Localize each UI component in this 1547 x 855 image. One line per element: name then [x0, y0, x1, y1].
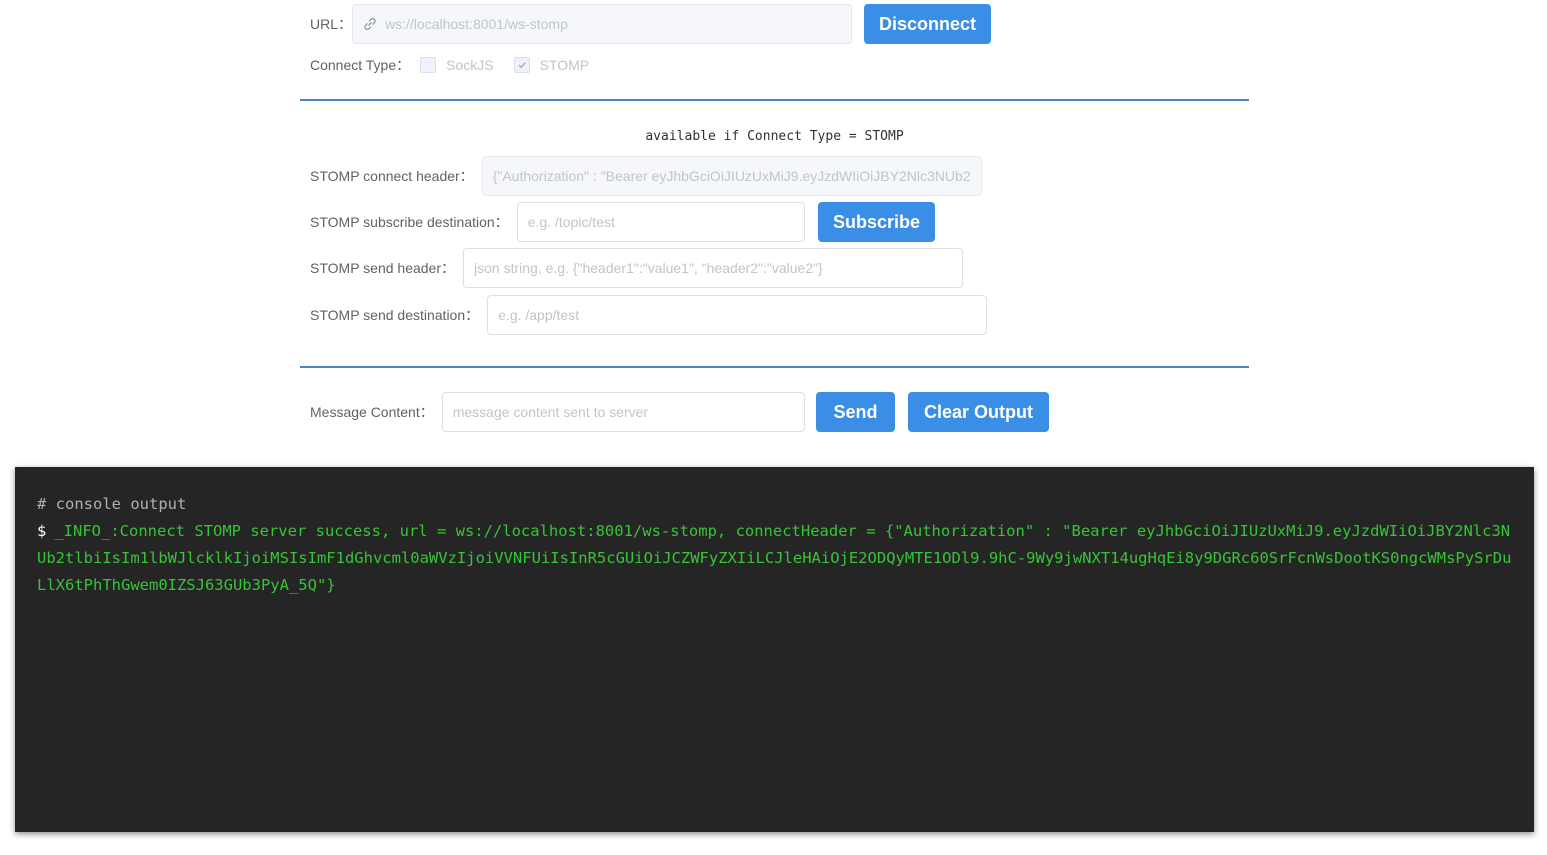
stomp-connect-header-label: STOMP connect header： [310, 168, 474, 184]
stomp-subscribe-placeholder: e.g. /topic/test [527, 214, 615, 230]
stomp-send-header-row: STOMP send header： json string, e.g. {"h… [310, 248, 964, 288]
connect-type-row: Connect Type： SockJS STOMP [310, 54, 609, 76]
url-value: ws://localhost:8001/ws-stomp [385, 16, 568, 32]
url-input[interactable]: ws://localhost:8001/ws-stomp [352, 4, 853, 44]
stomp-subscribe-row: STOMP subscribe destination： e.g. /topic… [310, 202, 805, 242]
console-prompt: $ [37, 522, 47, 540]
message-content-label: Message Content： [310, 404, 434, 420]
message-content-row: Message Content： message content sent to… [310, 392, 805, 432]
sockjs-label: SockJS [446, 57, 494, 73]
connect-type-label: Connect Type： [310, 57, 411, 73]
checkbox-stomp[interactable]: STOMP [513, 57, 610, 73]
stomp-label: STOMP [539, 57, 590, 73]
console-line: $ _INFO_:Connect STOMP server success, ur… [37, 518, 1512, 599]
stomp-connect-header-input[interactable]: {"Authorization" : "Bearer eyJhbGciOiJIU… [481, 156, 982, 196]
url-label: URL： [310, 16, 353, 32]
console-comment: # console output [37, 495, 187, 513]
url-row: URL： ws://localhost:8001/ws-stomp [310, 4, 853, 44]
check-icon [518, 62, 526, 69]
stomp-subscribe-input[interactable]: e.g. /topic/test [516, 202, 805, 242]
stomp-send-destination-placeholder: e.g. /app/test [498, 307, 580, 323]
console-output-panel[interactable]: # console output $ _INFO_:Connect STOMP s… [15, 467, 1534, 832]
stomp-send-destination-label: STOMP send destination： [310, 307, 480, 323]
sockjs-checkbox-box[interactable] [420, 57, 437, 73]
section-divider-top [300, 99, 1249, 101]
clear-output-button[interactable]: Clear Output [908, 392, 1049, 432]
console-line-text: _INFO_:Connect STOMP server success, url… [37, 522, 1512, 594]
stomp-send-destination-input[interactable]: e.g. /app/test [487, 295, 988, 335]
stomp-connect-header-value: {"Authorization" : "Bearer eyJhbGciOiJIU… [492, 168, 971, 184]
stomp-send-header-placeholder: json string, e.g. {"header1":"value1", "… [474, 260, 823, 276]
disconnect-button[interactable]: Disconnect [864, 4, 991, 44]
send-button[interactable]: Send [816, 392, 895, 432]
checkbox-sockjs[interactable]: SockJS [420, 57, 513, 73]
stomp-checkbox-box[interactable] [513, 57, 530, 73]
message-content-placeholder: message content sent to server [452, 404, 649, 420]
link-icon [363, 16, 379, 32]
subscribe-button[interactable]: Subscribe [818, 202, 935, 242]
stomp-send-destination-row: STOMP send destination： e.g. /app/test [310, 295, 988, 335]
stomp-subscribe-label: STOMP subscribe destination： [310, 214, 509, 230]
stomp-availability-hint: available if Connect Type = STOMP [645, 129, 904, 144]
stomp-connect-header-row: STOMP connect header： {"Authorization" :… [310, 156, 982, 196]
message-content-input[interactable]: message content sent to server [441, 392, 805, 432]
stomp-send-header-input[interactable]: json string, e.g. {"header1":"value1", "… [463, 248, 964, 288]
stomp-send-header-label: STOMP send header： [310, 260, 456, 276]
section-divider-bottom [300, 366, 1249, 368]
